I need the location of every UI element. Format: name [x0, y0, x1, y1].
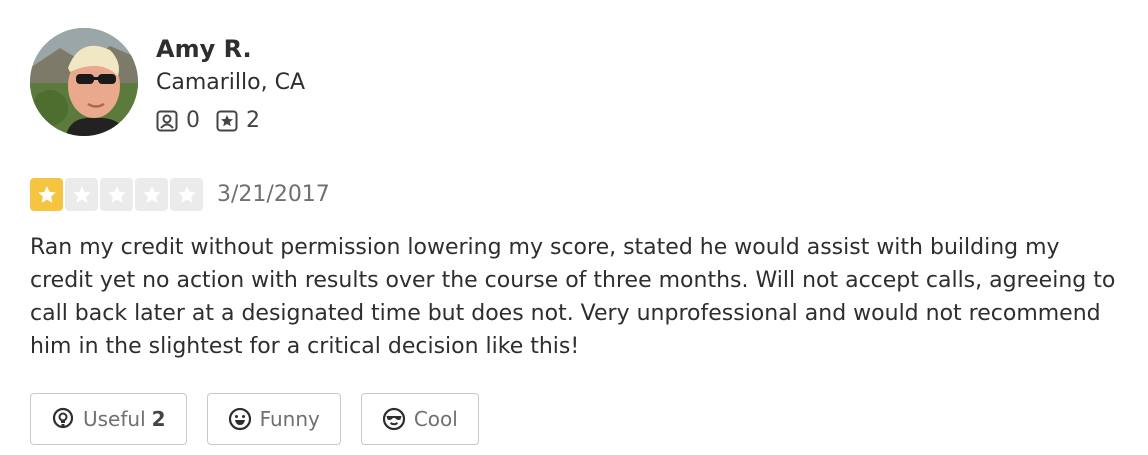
sunglasses-face-icon: [382, 407, 406, 431]
rating-row: 3/21/2017: [30, 178, 1120, 211]
funny-label: Funny: [259, 407, 320, 431]
friends-count: 0: [186, 108, 200, 133]
star-icon: [100, 178, 133, 211]
star-rating: [30, 178, 203, 211]
review-card: Amy R. Camarillo, CA 0 2 3/21/2017 Ran m…: [30, 28, 1120, 445]
friends-icon: [156, 110, 178, 132]
useful-count: 2: [151, 407, 166, 431]
avatar[interactable]: [30, 28, 138, 136]
review-date: 3/21/2017: [217, 182, 330, 207]
avatar-photo: [30, 28, 138, 136]
star-icon: [170, 178, 203, 211]
reviews-stat: 2: [216, 108, 260, 133]
friends-stat: 0: [156, 108, 200, 133]
user-info: Amy R. Camarillo, CA 0 2: [156, 34, 305, 133]
user-passport: Amy R. Camarillo, CA 0 2: [30, 28, 1120, 136]
star-icon: [30, 178, 63, 211]
useful-label: Useful: [83, 407, 146, 431]
reviews-count: 2: [246, 108, 260, 133]
user-name[interactable]: Amy R.: [156, 34, 305, 64]
cool-button[interactable]: Cool: [360, 393, 479, 445]
laughing-face-icon: [228, 407, 252, 431]
star-icon: [135, 178, 168, 211]
review-text: Ran my credit without permission lowerin…: [30, 235, 1116, 359]
useful-button[interactable]: Useful 2: [30, 393, 187, 445]
funny-button[interactable]: Funny: [206, 393, 341, 445]
user-location: Camarillo, CA: [156, 70, 305, 95]
lightbulb-icon: [51, 407, 75, 431]
review-actions: Useful 2 Funny Cool: [30, 393, 1120, 445]
cool-label: Cool: [413, 407, 458, 431]
star-box-icon: [216, 110, 238, 132]
user-stats: 0 2: [156, 108, 305, 133]
star-icon: [65, 178, 98, 211]
